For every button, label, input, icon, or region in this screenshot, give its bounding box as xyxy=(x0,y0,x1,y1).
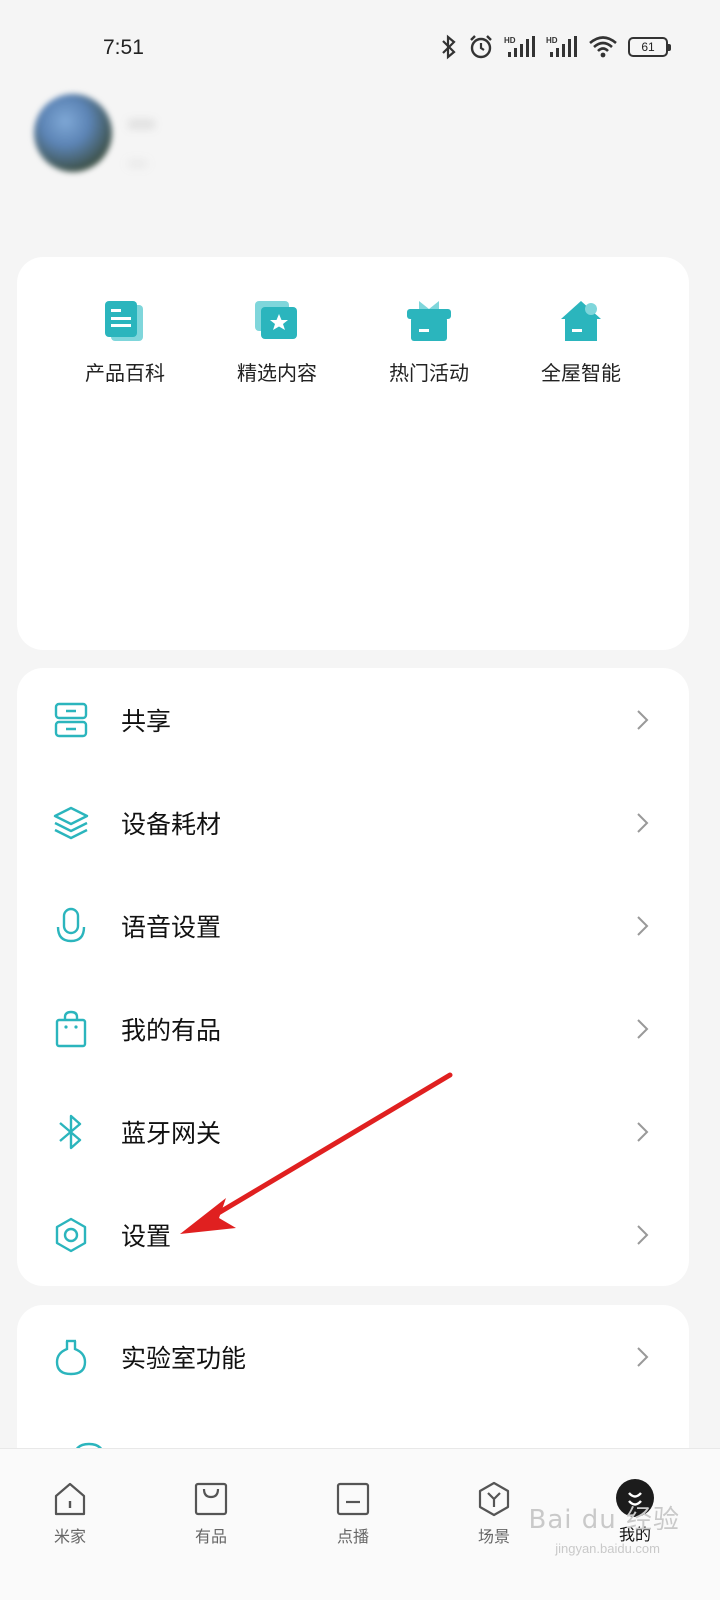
chevron-right-icon xyxy=(637,1224,649,1245)
tv-icon xyxy=(336,1482,370,1516)
chevron-right-icon xyxy=(637,1346,649,1367)
shopping-bag-icon xyxy=(53,1010,89,1047)
bottom-tab-bar: 米家 有品 点播 场景 我的 Bai du 经验 jingyan.baidu.c… xyxy=(0,1448,720,1600)
quick-links-card: 产品百科 精选内容 热门活动 全屋智能 xyxy=(17,257,689,650)
quick-link-featured-content[interactable]: 精选内容 xyxy=(212,297,342,386)
status-icons: HD HD 61 xyxy=(440,34,671,60)
menu-item-label: 实验室功能 xyxy=(121,1343,247,1373)
tab-dianbo[interactable]: 点播 xyxy=(313,1481,393,1547)
quick-links: 产品百科 精选内容 热门活动 全屋智能 xyxy=(17,297,689,386)
status-time: 7:51 xyxy=(103,36,144,59)
menu-item-label: 设备耗材 xyxy=(121,809,222,839)
quick-link-product-encyclopedia[interactable]: 产品百科 xyxy=(60,297,190,386)
profile-subtitle: ... xyxy=(128,146,148,170)
menu-item-device-consumables[interactable]: 设备耗材 xyxy=(17,771,689,874)
quick-link-whole-home-smart[interactable]: 全屋智能 xyxy=(516,297,646,386)
tab-label: 点播 xyxy=(336,1527,369,1546)
quick-link-label: 精选内容 xyxy=(237,361,317,385)
hd-signal-icon: HD xyxy=(546,36,577,57)
bag-icon xyxy=(194,1482,228,1516)
menu-item-settings[interactable]: 设置 xyxy=(17,1183,689,1286)
watermark-logo: Bai du 经验 xyxy=(528,1505,680,1535)
chevron-right-icon xyxy=(637,812,649,833)
svg-text:HD: HD xyxy=(546,36,558,45)
profile-name: ... xyxy=(128,100,155,133)
profile-header[interactable]: ... ... xyxy=(30,90,710,220)
menu-item-label: 共享 xyxy=(121,706,172,736)
menu-item-my-youpin[interactable]: 我的有品 xyxy=(17,977,689,1080)
avatar[interactable] xyxy=(34,94,112,172)
tab-label: 有品 xyxy=(194,1527,227,1546)
smart-home-icon xyxy=(561,301,601,341)
settings-hexagon-icon xyxy=(53,1217,89,1253)
battery-icon: 61 xyxy=(628,37,671,57)
watermark-url: jingyan.baidu.com xyxy=(555,1541,660,1556)
scene-icon xyxy=(478,1481,510,1517)
chevron-right-icon xyxy=(637,709,649,730)
menu-item-lab-features[interactable]: 实验室功能 xyxy=(17,1305,689,1408)
gift-icon xyxy=(407,301,451,341)
menu-item-label: 蓝牙网关 xyxy=(121,1118,222,1148)
menu-item-label: 语音设置 xyxy=(121,912,222,942)
alarm-icon xyxy=(470,35,492,59)
chevron-right-icon xyxy=(637,915,649,936)
menu-item-label: 设置 xyxy=(121,1221,172,1251)
tab-youpin[interactable]: 有品 xyxy=(171,1481,251,1547)
battery-level: 61 xyxy=(641,40,655,54)
chevron-right-icon xyxy=(637,1121,649,1142)
share-icon xyxy=(53,702,89,738)
wifi-icon xyxy=(589,36,617,58)
quick-link-label: 产品百科 xyxy=(85,361,165,385)
layers-icon xyxy=(53,805,89,841)
menu-item-label: 我的有品 xyxy=(121,1015,222,1045)
bluetooth-icon xyxy=(442,34,456,60)
tab-label: 米家 xyxy=(53,1527,86,1546)
chevron-right-icon xyxy=(637,1018,649,1039)
quick-link-label: 全屋智能 xyxy=(541,361,621,385)
menu-item-share[interactable]: 共享 xyxy=(17,668,689,771)
svg-text:HD: HD xyxy=(504,36,516,45)
featured-content-icon xyxy=(255,301,297,339)
status-bar: 7:51 HD HD 61 xyxy=(0,0,720,96)
hd-signal-icon: HD xyxy=(504,36,535,57)
bluetooth-icon xyxy=(53,1114,89,1150)
flask-icon xyxy=(53,1339,89,1375)
menu-item-voice-settings[interactable]: 语音设置 xyxy=(17,874,689,977)
tab-scene[interactable]: 场景 xyxy=(454,1481,534,1547)
quick-link-hot-activities[interactable]: 热门活动 xyxy=(364,297,494,386)
tab-mijia[interactable]: 米家 xyxy=(30,1481,110,1547)
menu-card: 共享 设备耗材 语音设置 我的有品 蓝牙网关 设置 xyxy=(17,668,689,1286)
menu-list: 共享 设备耗材 语音设置 我的有品 蓝牙网关 设置 xyxy=(17,668,689,1286)
quick-link-label: 热门活动 xyxy=(389,361,469,385)
tab-label: 场景 xyxy=(477,1527,510,1546)
home-icon xyxy=(54,1482,86,1516)
product-book-icon xyxy=(105,301,143,341)
menu-item-bluetooth-gateway[interactable]: 蓝牙网关 xyxy=(17,1080,689,1183)
microphone-icon xyxy=(53,907,89,944)
